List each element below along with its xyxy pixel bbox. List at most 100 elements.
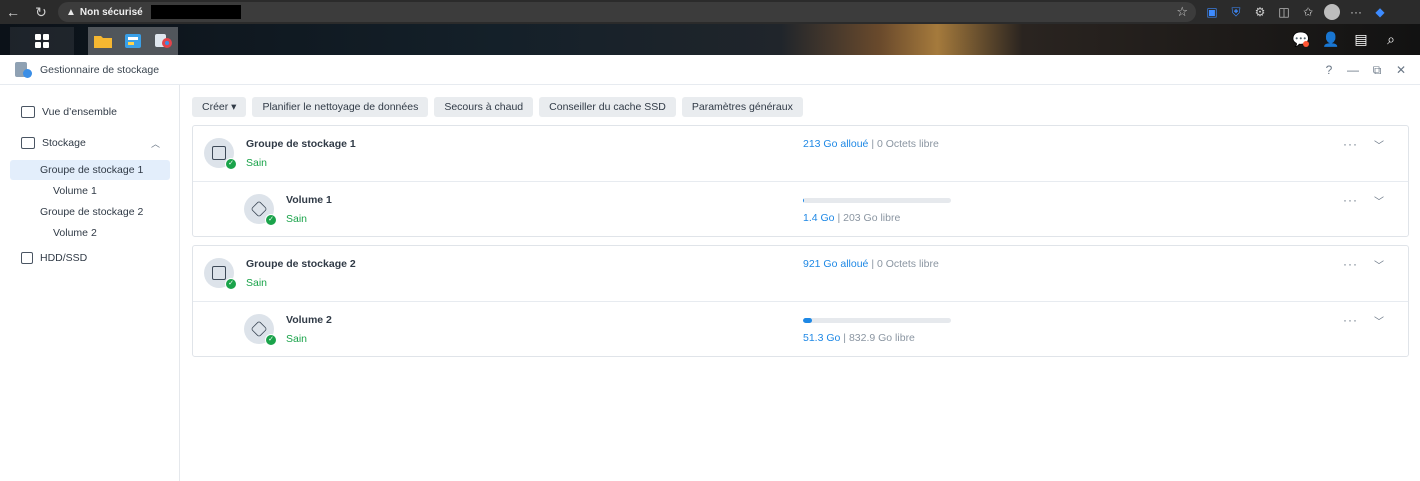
security-label: Non sécurisé xyxy=(79,6,143,18)
storage-manager-window: Gestionnaire de stockage ? — ⧉ ✕ Vue d’e… xyxy=(0,55,1420,481)
free-value: | 0 Octets libre xyxy=(871,258,939,270)
sidebar-item-label: Groupe de stockage 1 xyxy=(40,164,144,176)
storage-pool-icon: ✓ xyxy=(204,258,237,290)
profile-avatar[interactable] xyxy=(1322,2,1342,22)
volume-name: Volume 2 xyxy=(286,314,332,326)
browser-toolbar: ← ↻ ▲ Non sécurisé ☆ ▣ ⛨ ⚙ ◫ ✩ ··· ◆ xyxy=(0,0,1420,24)
storage-icon xyxy=(21,137,35,149)
pool-status: Sain xyxy=(246,277,268,289)
chevron-down-icon[interactable]: ﹀ xyxy=(1374,313,1384,328)
volume-icon: ✓ xyxy=(244,314,277,346)
ssd-cache-advisor-button[interactable]: Conseiller du cache SSD xyxy=(539,97,676,117)
sidebar-item-label: HDD/SSD xyxy=(40,252,88,264)
usage-fill xyxy=(803,198,805,203)
shield-extension-icon[interactable]: ⛨ xyxy=(1226,2,1246,22)
volume-row[interactable]: ✓ Volume 2 Sain 51.3 Go | 832.9 Go libre… xyxy=(193,301,1408,356)
more-options-icon[interactable]: ··· xyxy=(1343,193,1358,207)
hot-spare-button[interactable]: Secours à chaud xyxy=(434,97,534,117)
volume-status: Sain xyxy=(286,333,308,345)
chevron-down-icon[interactable]: ﹀ xyxy=(1374,193,1384,208)
warning-icon: ▲ xyxy=(66,6,76,18)
more-options-icon[interactable]: ··· xyxy=(1343,257,1358,271)
storage-pool-row[interactable]: ✓ Groupe de stockage 2 Sain 921 Go allou… xyxy=(193,246,1408,301)
window-title: Gestionnaire de stockage xyxy=(40,63,160,76)
free-value: | 0 Octets libre xyxy=(871,138,939,150)
storage-pool-card: ✓ Groupe de stockage 2 Sain 921 Go allou… xyxy=(192,245,1409,357)
dsm-taskbar: 💬 👤 ▤ ⌕ xyxy=(0,24,1420,55)
extensions-icon[interactable]: ⚙ xyxy=(1250,2,1270,22)
more-menu-icon[interactable]: ··· xyxy=(1346,2,1366,22)
volume-status: Sain xyxy=(286,213,308,225)
favorites-icon[interactable]: ✩ xyxy=(1298,2,1318,22)
sidebar-item-storage[interactable]: Stockage ︿ xyxy=(10,133,170,153)
free-value: | 203 Go libre xyxy=(837,212,901,224)
global-settings-button[interactable]: Paramètres généraux xyxy=(681,97,803,117)
minimize-button[interactable]: — xyxy=(1344,63,1362,77)
storage-manager-taskbar-icon[interactable] xyxy=(148,27,178,55)
more-options-icon[interactable]: ··· xyxy=(1343,313,1358,327)
favorite-star-icon[interactable]: ☆ xyxy=(1176,4,1188,20)
storage-pool-card: ✓ Groupe de stockage 1 Sain 213 Go allou… xyxy=(192,125,1409,237)
main-menu-icon xyxy=(35,34,49,48)
volume-usage-bar xyxy=(803,318,951,323)
sidebar-item-label: Vue d’ensemble xyxy=(42,106,117,118)
used-value: 51.3 Go xyxy=(803,332,841,344)
sidebar-item-storage-pool-2[interactable]: Groupe de stockage 2 xyxy=(10,202,170,222)
copilot-icon[interactable]: ◆ xyxy=(1370,2,1390,22)
schedule-scrubbing-button[interactable]: Planifier le nettoyage de données xyxy=(252,97,429,117)
sidebar: Vue d’ensemble Stockage ︿ Groupe de stoc… xyxy=(0,85,180,481)
overview-icon xyxy=(21,106,35,118)
healthy-check-icon: ✓ xyxy=(265,334,277,346)
sidebar-item-label: Groupe de stockage 2 xyxy=(40,206,144,218)
sidebar-item-overview[interactable]: Vue d’ensemble xyxy=(10,102,170,122)
usage-fill xyxy=(803,318,812,323)
help-button[interactable]: ? xyxy=(1320,63,1338,77)
more-options-icon[interactable]: ··· xyxy=(1343,137,1358,151)
close-button[interactable]: ✕ xyxy=(1392,63,1410,77)
volume-row[interactable]: ✓ Volume 1 Sain 1.4 Go | 203 Go libre ··… xyxy=(193,181,1408,236)
file-station-icon[interactable] xyxy=(88,27,118,55)
disk-icon xyxy=(21,252,33,264)
pool-name: Groupe de stockage 1 xyxy=(246,138,356,150)
screenshot-icon[interactable]: ▣ xyxy=(1202,2,1222,22)
sidebar-item-label: Volume 1 xyxy=(53,185,97,197)
sidebar-item-label: Volume 2 xyxy=(53,227,97,239)
sidebar-item-volume-1[interactable]: Volume 1 xyxy=(10,181,170,201)
restore-button[interactable]: ⧉ xyxy=(1368,63,1386,78)
widgets-icon[interactable]: ▤ xyxy=(1346,24,1376,55)
chevron-down-icon[interactable]: ﹀ xyxy=(1374,137,1384,152)
notifications-icon[interactable]: 💬 xyxy=(1286,24,1316,55)
redacted-url xyxy=(150,5,241,19)
back-icon[interactable]: ← xyxy=(2,1,24,23)
address-bar[interactable]: ▲ Non sécurisé ☆ xyxy=(58,2,1196,22)
used-value: 1.4 Go xyxy=(803,212,835,224)
window-titlebar: Gestionnaire de stockage ? — ⧉ ✕ xyxy=(0,55,1420,85)
storage-pool-row[interactable]: ✓ Groupe de stockage 1 Sain 213 Go allou… xyxy=(193,126,1408,181)
volume-usage: 51.3 Go | 832.9 Go libre xyxy=(803,332,915,344)
allocated-value: 213 Go alloué xyxy=(803,138,869,150)
action-toolbar: Créer ▾ Planifier le nettoyage de donnée… xyxy=(192,97,803,117)
main-menu-button[interactable] xyxy=(10,27,74,55)
sidebar-item-storage-pool-1[interactable]: Groupe de stockage 1 xyxy=(10,160,170,180)
volume-icon: ✓ xyxy=(244,194,277,226)
reload-icon[interactable]: ↻ xyxy=(30,1,52,23)
volume-name: Volume 1 xyxy=(286,194,332,206)
allocated-value: 921 Go alloué xyxy=(803,258,869,270)
pool-allocation: 213 Go alloué | 0 Octets libre xyxy=(803,138,939,150)
sidebar-item-label: Stockage xyxy=(42,137,86,149)
chevron-down-icon[interactable]: ﹀ xyxy=(1374,257,1384,272)
sidebar-item-hdd-ssd[interactable]: HDD/SSD xyxy=(10,248,170,268)
pool-name: Groupe de stockage 2 xyxy=(246,258,356,270)
user-icon[interactable]: 👤 xyxy=(1316,24,1346,55)
search-icon[interactable]: ⌕ xyxy=(1376,24,1406,55)
healthy-check-icon: ✓ xyxy=(225,158,237,170)
split-screen-icon[interactable]: ◫ xyxy=(1274,2,1294,22)
pool-allocation: 921 Go alloué | 0 Octets libre xyxy=(803,258,939,270)
control-panel-icon[interactable] xyxy=(118,27,148,55)
volume-usage-bar xyxy=(803,198,951,203)
chevron-up-icon[interactable]: ︿ xyxy=(151,137,160,150)
volume-usage: 1.4 Go | 203 Go libre xyxy=(803,212,900,224)
healthy-check-icon: ✓ xyxy=(225,278,237,290)
sidebar-item-volume-2[interactable]: Volume 2 xyxy=(10,223,170,243)
create-dropdown-button[interactable]: Créer ▾ xyxy=(192,97,247,117)
